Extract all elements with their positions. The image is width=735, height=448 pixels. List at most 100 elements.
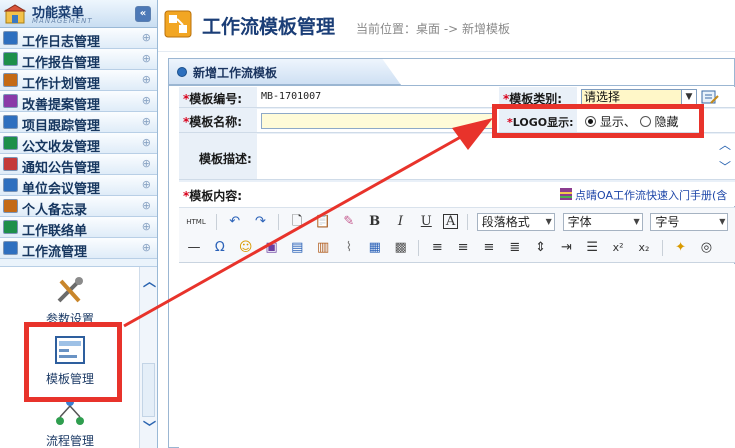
subscript-icon[interactable]: x₂ bbox=[635, 239, 653, 257]
italic-button[interactable]: I bbox=[391, 213, 409, 231]
expand-icon[interactable]: ⊕ bbox=[142, 94, 151, 107]
code-value: MB-1701007 bbox=[261, 91, 322, 102]
table-icon[interactable]: ▦ bbox=[366, 239, 384, 257]
meeting-icon bbox=[3, 178, 18, 192]
save-icon[interactable]: ▣ bbox=[262, 239, 280, 257]
sidebar-item-label: 工作流管理 bbox=[22, 245, 88, 260]
tab-new-template[interactable]: 新增工作流模板 bbox=[169, 59, 401, 85]
font-family-select[interactable]: 字体 ▼ bbox=[562, 213, 643, 231]
sidebar-item-label: 工作报告管理 bbox=[22, 56, 101, 71]
sidebar-subtitle: MANAGEMENT bbox=[32, 17, 93, 25]
page-header: 工作流模板管理 当前位置：桌面 -> 新增模板 bbox=[158, 0, 735, 52]
category-select[interactable]: 请选择 ▼ bbox=[581, 89, 697, 105]
media-icon[interactable]: ▥ bbox=[314, 239, 332, 257]
align-right-icon[interactable]: ≡ bbox=[480, 239, 498, 257]
content-label: *模板内容: bbox=[183, 189, 243, 203]
indent-icon[interactable]: ⇥ bbox=[557, 239, 575, 257]
expand-icon[interactable]: ⊕ bbox=[142, 73, 151, 86]
sidebar-item-label: 工作联络单 bbox=[22, 224, 88, 239]
sidebar-menu: 工作日志管理 ⊕ 工作报告管理 ⊕ 工作计划管理 ⊕ 改善提案管理 ⊕ 项目跟踪管理 ⊕ 公文收发管… bbox=[0, 28, 157, 260]
new-document-icon[interactable]: 🗋 bbox=[288, 213, 306, 231]
font-size-select[interactable]: 字号 ▼ bbox=[650, 213, 729, 231]
calendar-icon bbox=[3, 31, 18, 45]
submenu-scrollbar[interactable]: ︿ ﹀ bbox=[139, 267, 157, 448]
chevron-down-icon[interactable]: ﹀ bbox=[719, 158, 731, 175]
chevron-down-icon: ▼ bbox=[545, 217, 552, 226]
scroll-up-icon[interactable]: ︿ bbox=[143, 271, 156, 290]
text-box-icon[interactable]: A bbox=[443, 214, 459, 229]
form-row-content-header: *模板内容: 点晴OA工作流快速入门手册(含 bbox=[179, 182, 735, 206]
description-label: 模板描述: bbox=[199, 152, 252, 166]
image-icon[interactable]: ▤ bbox=[288, 239, 306, 257]
sidebar-item-9[interactable]: 工作联络单 ⊕ bbox=[0, 217, 157, 239]
sidebar-item-0[interactable]: 工作日志管理 ⊕ bbox=[0, 28, 157, 50]
horizontal-rule-icon[interactable]: — bbox=[185, 239, 203, 257]
submenu-item-flows[interactable]: 流程管理 bbox=[30, 397, 110, 448]
bar-chart-icon bbox=[3, 52, 18, 66]
expand-icon[interactable]: ⊕ bbox=[142, 220, 151, 233]
content-editor[interactable] bbox=[179, 264, 735, 448]
grid-icon[interactable]: ▩ bbox=[392, 239, 410, 257]
magic-wand-icon[interactable]: ✦ bbox=[672, 239, 690, 257]
sidebar-item-10[interactable]: 工作流管理 ⊕ bbox=[0, 238, 157, 260]
eraser-icon[interactable]: ✎ bbox=[340, 213, 358, 231]
workflow-icon bbox=[3, 241, 18, 255]
name-label: *模板名称: bbox=[183, 115, 243, 129]
special-char-icon[interactable]: Ω bbox=[211, 239, 229, 257]
expand-icon[interactable]: ⊕ bbox=[142, 199, 151, 212]
align-left-icon[interactable]: ≡ bbox=[428, 239, 446, 257]
manual-book-icon bbox=[560, 188, 572, 200]
expand-icon[interactable]: ⊕ bbox=[142, 178, 151, 191]
sidebar-item-label: 通知公告管理 bbox=[22, 161, 101, 176]
expand-icon[interactable]: ⊕ bbox=[142, 241, 151, 254]
collapse-sidebar-button[interactable]: « bbox=[135, 6, 151, 22]
submenu-label: 流程管理 bbox=[45, 434, 94, 448]
document-icon bbox=[3, 136, 18, 150]
expand-icon[interactable]: ⊕ bbox=[142, 136, 151, 149]
expand-icon[interactable]: ⊕ bbox=[142, 157, 151, 170]
sidebar-item-4[interactable]: 项目跟踪管理 ⊕ bbox=[0, 112, 157, 134]
sidebar-item-6[interactable]: 通知公告管理 ⊕ bbox=[0, 154, 157, 176]
list-icon[interactable]: ☰ bbox=[583, 239, 601, 257]
sidebar-item-7[interactable]: 单位会议管理 ⊕ bbox=[0, 175, 157, 197]
chevron-down-icon: ▼ bbox=[681, 90, 696, 104]
template-menu-highlight bbox=[24, 322, 122, 402]
chevron-up-icon[interactable]: ︿ bbox=[719, 136, 731, 153]
undo-icon[interactable]: ↶ bbox=[226, 213, 244, 231]
scroll-thumb[interactable] bbox=[142, 363, 155, 417]
justify-icon[interactable]: ≣ bbox=[506, 239, 524, 257]
paste-icon[interactable]: 📋 bbox=[314, 213, 332, 231]
sidebar-item-label: 项目跟踪管理 bbox=[22, 119, 101, 134]
expand-icon[interactable]: ⊕ bbox=[142, 52, 151, 65]
sidebar-item-2[interactable]: 工作计划管理 ⊕ bbox=[0, 70, 157, 92]
underline-button[interactable]: U bbox=[417, 213, 435, 231]
emoticon-icon[interactable]: ☺ bbox=[237, 239, 255, 257]
manual-link[interactable]: 点晴OA工作流快速入门手册(含 bbox=[575, 187, 727, 203]
line-height-icon[interactable]: ⇕ bbox=[532, 239, 550, 257]
sidebar-item-3[interactable]: 改善提案管理 ⊕ bbox=[0, 91, 157, 113]
bold-button[interactable]: B bbox=[366, 213, 384, 231]
submenu-item-settings[interactable]: 参数设置 bbox=[30, 275, 110, 327]
description-textarea[interactable] bbox=[257, 134, 735, 179]
preview-binoculars-icon[interactable]: ◎ bbox=[697, 239, 715, 257]
sidebar-item-8[interactable]: 个人备忘录 ⊕ bbox=[0, 196, 157, 218]
html-source-button[interactable]: HTML bbox=[185, 213, 207, 231]
sidebar-item-5[interactable]: 公文收发管理 ⊕ bbox=[0, 133, 157, 155]
redo-icon[interactable]: ↷ bbox=[251, 213, 269, 231]
expand-icon[interactable]: ⊕ bbox=[142, 31, 151, 44]
edit-category-icon[interactable] bbox=[701, 89, 719, 105]
paragraph-format-select[interactable]: 段落格式 ▼ bbox=[476, 213, 555, 231]
workflow-app-icon bbox=[164, 10, 192, 38]
template-name-input[interactable] bbox=[261, 113, 495, 129]
attachment-icon[interactable]: ⌇ bbox=[340, 239, 358, 257]
align-center-icon[interactable]: ≡ bbox=[454, 239, 472, 257]
superscript-icon[interactable]: x² bbox=[609, 239, 627, 257]
expand-icon[interactable]: ⊕ bbox=[142, 115, 151, 128]
code-label: *模板编号: bbox=[183, 92, 243, 106]
editor-toolbar: HTML ↶ ↷ 🗋 📋 ✎ B I U A 段落格式▼ 字体▼ 字号▼ A▾ … bbox=[179, 207, 735, 263]
sidebar-item-1[interactable]: 工作报告管理 ⊕ bbox=[0, 49, 157, 71]
people-icon bbox=[3, 94, 18, 108]
toolbar-row-2: — Ω ☺ ▣ ▤ ▥ ⌇ ▦ ▩ ≡ ≡ ≡ ≣ ⇕ ⇥ ☰ x² x₂ ✦ … bbox=[183, 236, 717, 260]
scroll-down-icon[interactable]: ﹀ bbox=[143, 417, 156, 436]
sidebar-item-label: 个人备忘录 bbox=[22, 203, 88, 218]
